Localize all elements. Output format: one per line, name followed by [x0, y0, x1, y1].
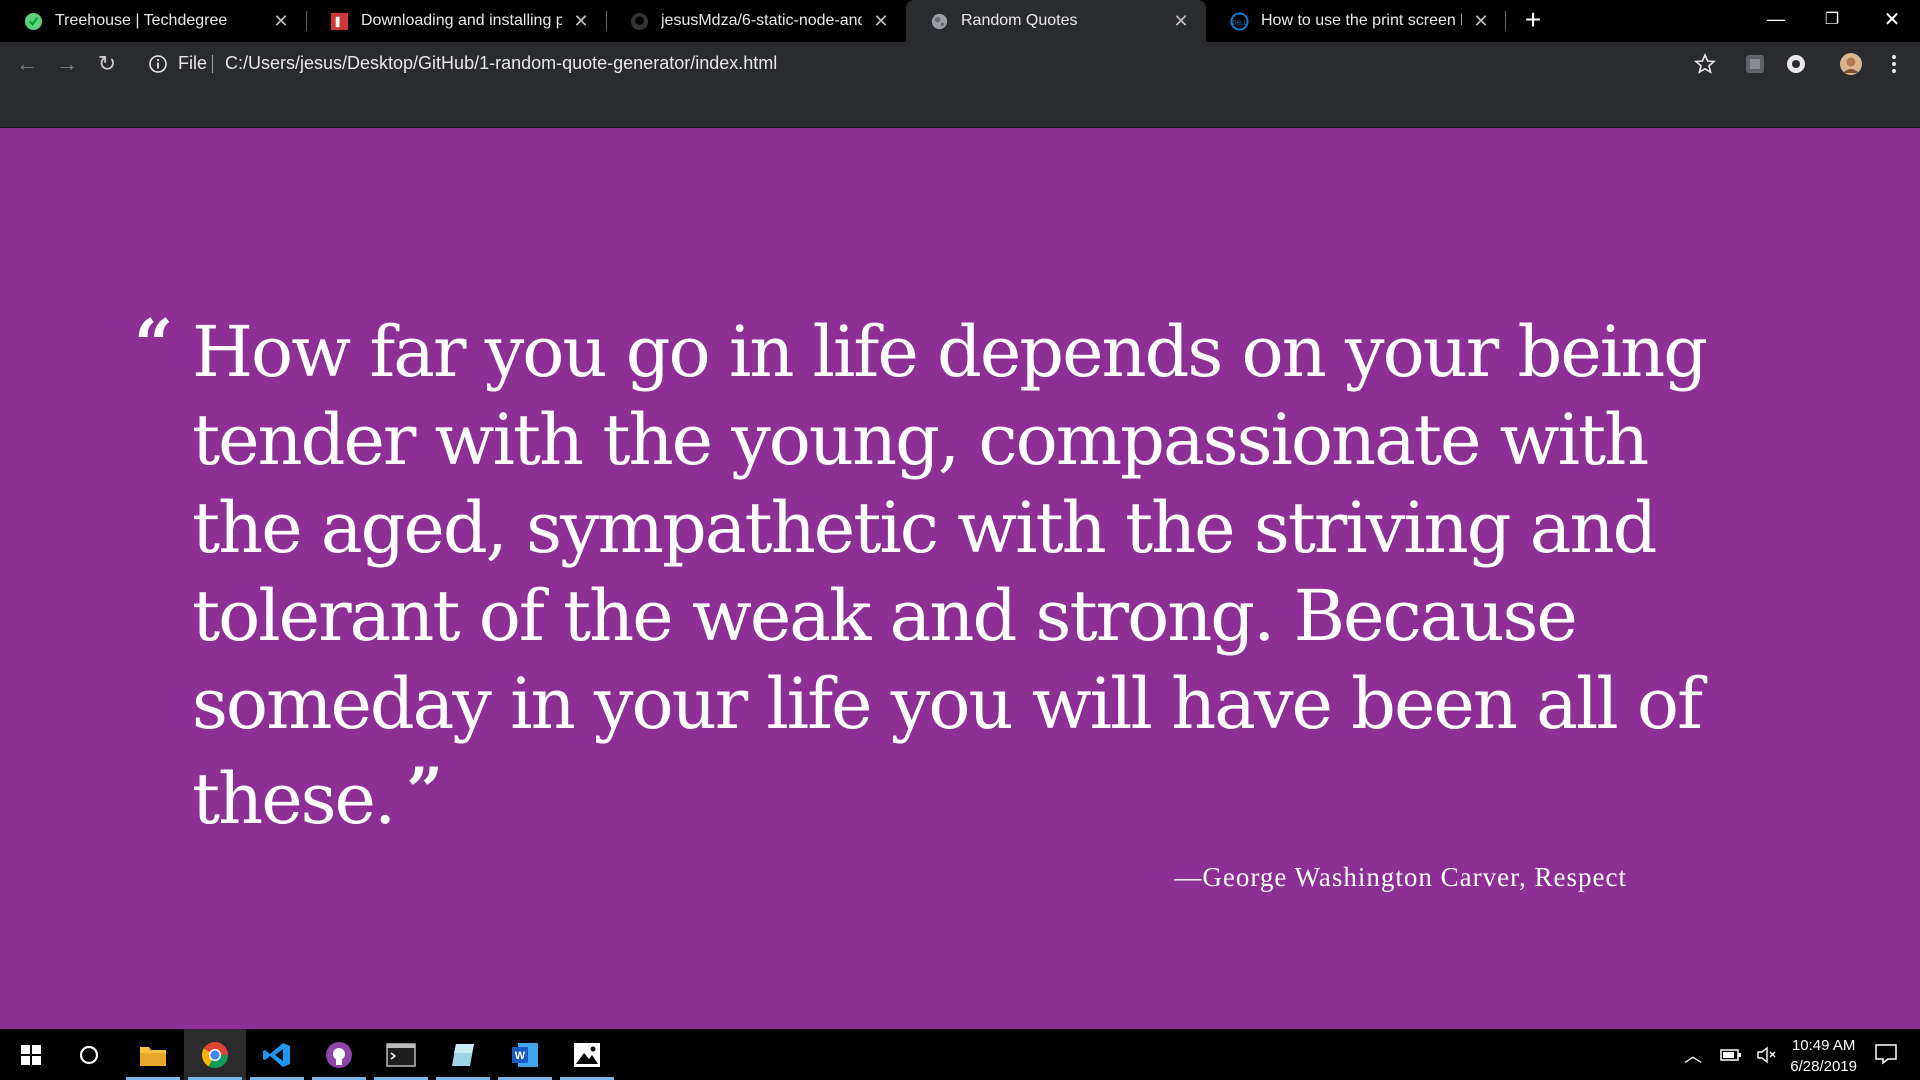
npm-icon — [330, 12, 349, 30]
close-tab-icon[interactable]: ✕ — [1170, 10, 1192, 32]
windows-taskbar: W ︿ 10:49 AM 6/28/2019 — [0, 1029, 1920, 1080]
tab-title: jesusMdza/6-static-node-and-ex — [661, 12, 862, 29]
close-tab-icon[interactable]: ✕ — [270, 10, 292, 32]
taskbar-file-explorer[interactable] — [122, 1029, 184, 1080]
vscode-icon — [263, 1042, 290, 1067]
browser-toolbar: ← → ↻ File C:/Users/jesus/Desktop/GitHub… — [0, 42, 1920, 86]
close-tab-icon[interactable]: ✕ — [1470, 10, 1492, 32]
close-quote-mark: ” — [406, 754, 443, 829]
chrome-icon — [201, 1041, 229, 1068]
tab-title: How to use the print screen key i — [1261, 12, 1462, 29]
clock-time: 10:49 AM — [1791, 1037, 1856, 1054]
file-explorer-icon — [140, 1046, 166, 1066]
quote-text: How far you go in life depends on your b… — [192, 308, 1752, 843]
scheme-label: File — [178, 53, 208, 73]
globe-icon — [931, 13, 948, 29]
tab-strip: Treehouse | Techdegree ✕ Downloading and… — [0, 0, 1920, 42]
tab-title: Random Quotes — [961, 12, 1078, 29]
close-tab-icon[interactable]: ✕ — [570, 10, 592, 32]
reload-button[interactable]: ↻ — [92, 49, 122, 79]
taskbar-chrome[interactable] — [184, 1029, 246, 1080]
address-bar[interactable]: C:/Users/jesus/Desktop/GitHub/1-random-q… — [225, 53, 777, 74]
tab-title: Downloading and installing pack — [361, 12, 562, 29]
treehouse-icon — [24, 12, 43, 30]
tab-separator — [1505, 11, 1506, 31]
bookmark-star-icon[interactable] — [1693, 52, 1717, 76]
taskbar-photos[interactable] — [556, 1029, 618, 1080]
tab-title: Treehouse | Techdegree — [55, 12, 228, 29]
taskbar-notes[interactable] — [432, 1029, 494, 1080]
word-icon: W — [512, 1042, 538, 1067]
clock-date: 6/28/2019 — [1790, 1058, 1857, 1075]
restore-button[interactable]: ❐ — [1804, 0, 1860, 38]
forward-button[interactable]: → — [52, 49, 82, 79]
taskbar-word[interactable]: W — [494, 1029, 556, 1080]
tab-github[interactable]: jesusMdza/6-static-node-and-ex ✕ — [606, 0, 906, 42]
tab-npm[interactable]: Downloading and installing pack ✕ — [306, 0, 606, 42]
profile-avatar-icon[interactable] — [1839, 52, 1863, 76]
new-tab-button[interactable]: + — [1518, 6, 1548, 36]
notes-icon — [452, 1043, 474, 1066]
open-quote-mark: “ — [134, 305, 174, 385]
tab-dell[interactable]: DELL How to use the print screen key i ✕ — [1206, 0, 1506, 42]
tab-random-quotes[interactable]: Random Quotes ✕ — [906, 0, 1206, 42]
tab-treehouse[interactable]: Treehouse | Techdegree ✕ — [0, 0, 306, 42]
close-window-button[interactable]: ✕ — [1864, 0, 1920, 38]
battery-icon[interactable] — [1720, 1048, 1742, 1062]
notification-center-icon[interactable] — [1874, 1043, 1898, 1065]
quote-box: “ How far you go in life depends on your… — [134, 308, 1752, 843]
cortana-icon — [79, 1045, 99, 1064]
quote-source: —George Washington Carver, Respect — [1174, 862, 1627, 892]
toolbar-extension-strip — [0, 86, 1920, 128]
extension-circle-icon[interactable] — [1784, 52, 1808, 76]
volume-muted-icon[interactable] — [1756, 1046, 1776, 1064]
omnibox-divider — [212, 55, 213, 73]
cortana-button[interactable] — [58, 1029, 120, 1080]
chevron-up-icon[interactable]: ︿ — [1684, 1042, 1702, 1068]
info-icon[interactable] — [148, 54, 168, 74]
terminal-icon — [386, 1042, 416, 1067]
svg-text:DELL: DELL — [1232, 20, 1246, 26]
start-button[interactable] — [0, 1029, 62, 1080]
taskbar-github-desktop[interactable] — [308, 1029, 370, 1080]
svg-text:W: W — [515, 1050, 526, 1062]
taskbar-clock[interactable]: 10:49 AM 6/28/2019 — [1790, 1035, 1857, 1077]
close-tab-icon[interactable]: ✕ — [870, 10, 892, 32]
photos-icon — [574, 1042, 600, 1067]
quote-page: “ How far you go in life depends on your… — [0, 128, 1920, 1029]
taskbar-terminal[interactable] — [370, 1029, 432, 1080]
taskbar-vscode[interactable] — [246, 1029, 308, 1080]
extension-icon[interactable] — [1743, 52, 1767, 76]
windows-start-icon — [21, 1044, 41, 1065]
system-tray: ︿ — [1684, 1029, 1776, 1080]
menu-dots-icon[interactable] — [1882, 52, 1906, 76]
github-desktop-icon — [326, 1041, 352, 1068]
back-button[interactable]: ← — [12, 49, 42, 79]
github-icon — [630, 12, 649, 30]
dell-icon: DELL — [1230, 11, 1249, 31]
minimize-button[interactable]: — — [1748, 0, 1804, 38]
